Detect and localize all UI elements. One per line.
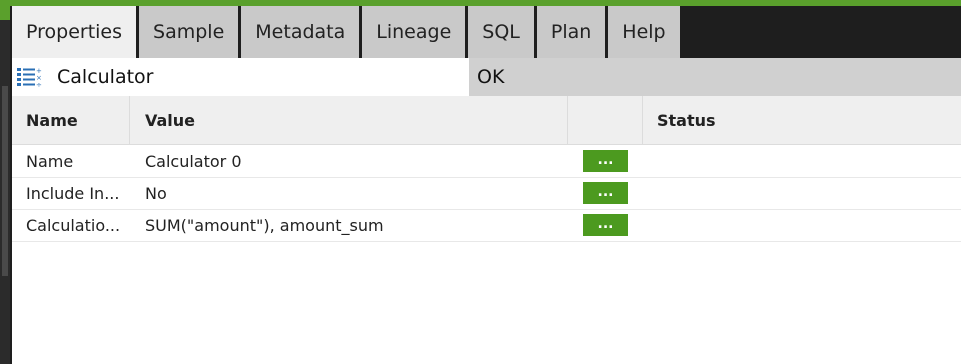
col-header-status[interactable]: Status (657, 96, 716, 145)
node-header: + × ÷ Calculator OK (12, 58, 961, 96)
tab-help[interactable]: Help (608, 6, 680, 58)
left-rail-accent (0, 6, 10, 20)
properties-panel: + × ÷ Calculator OK Name Value Status Na… (12, 58, 961, 364)
tab-properties[interactable]: Properties (12, 6, 137, 58)
edit-ellipsis-button[interactable]: ... (583, 150, 628, 172)
edit-ellipsis-button[interactable]: ... (583, 214, 628, 236)
app-window: Properties Sample Metadata Lineage SQL P… (0, 0, 961, 364)
node-title[interactable]: Calculator (57, 58, 153, 96)
node-status: OK (477, 66, 505, 88)
row-value[interactable]: No (145, 178, 167, 209)
left-rail (0, 6, 10, 364)
left-rail-scroll[interactable] (2, 86, 8, 276)
col-divider[interactable] (567, 96, 568, 145)
tab-sample[interactable]: Sample (139, 6, 239, 58)
col-divider[interactable] (642, 96, 643, 145)
col-divider[interactable] (129, 96, 130, 145)
col-header-name[interactable]: Name (26, 96, 78, 145)
table-row[interactable]: Calculatio... SUM("amount"), amount_sum … (12, 210, 961, 242)
calculator-list-icon: + × ÷ (17, 67, 42, 88)
row-name: Calculatio... (26, 216, 121, 235)
table-row[interactable]: Name Calculator 0 ... (12, 146, 961, 178)
svg-text:÷: ÷ (36, 81, 42, 88)
grid-header: Name Value Status (12, 96, 961, 145)
row-value[interactable]: SUM("amount"), amount_sum (145, 210, 384, 241)
tab-plan[interactable]: Plan (536, 6, 606, 58)
table-row[interactable]: Include In... No ... (12, 178, 961, 210)
row-name: Name (26, 152, 74, 171)
tab-sql[interactable]: SQL (468, 6, 534, 58)
tab-metadata[interactable]: Metadata (241, 6, 360, 58)
tab-bar: Properties Sample Metadata Lineage SQL P… (12, 6, 680, 58)
row-name: Include In... (26, 184, 120, 203)
tab-lineage[interactable]: Lineage (362, 6, 466, 58)
edit-ellipsis-button[interactable]: ... (583, 182, 628, 204)
row-value[interactable]: Calculator 0 (145, 146, 242, 177)
node-title-box: + × ÷ Calculator (12, 58, 469, 96)
col-header-value[interactable]: Value (145, 96, 195, 145)
